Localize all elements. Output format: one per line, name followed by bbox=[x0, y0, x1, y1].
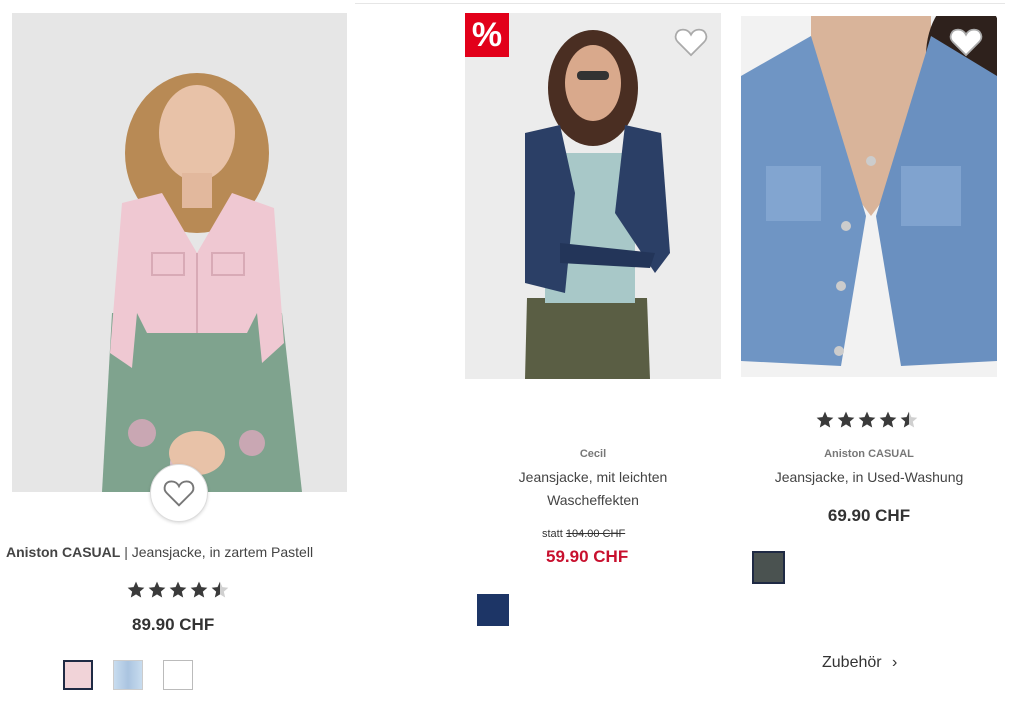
chevron-right-icon: › bbox=[892, 654, 898, 671]
wishlist-button[interactable] bbox=[150, 464, 208, 522]
star-icon bbox=[127, 581, 145, 598]
product-name: Jeansjacke, in zartem Pastell bbox=[131, 544, 314, 560]
product-title[interactable]: Aniston CASUAL | Jeansjacke, in zartem P… bbox=[6, 544, 356, 560]
product-price: 89.90 CHF bbox=[132, 615, 215, 634]
rating-stars bbox=[126, 580, 230, 600]
product-image-pink-jacket[interactable] bbox=[12, 13, 347, 492]
product-brand: Cecil bbox=[579, 448, 607, 460]
product-image-denim-jacket-cecil[interactable] bbox=[465, 13, 721, 379]
star-icon bbox=[148, 581, 166, 598]
color-swatch-pink[interactable] bbox=[63, 660, 93, 690]
product-name-line2: Wascheffekten bbox=[547, 492, 639, 508]
star-icon bbox=[816, 411, 834, 428]
star-icon bbox=[858, 411, 876, 428]
sale-badge: % bbox=[465, 13, 509, 57]
product-price: 69.90 CHF bbox=[827, 506, 911, 525]
rating-stars bbox=[815, 410, 919, 430]
old-price: statt 104.00 CHF bbox=[542, 528, 625, 540]
star-icon bbox=[169, 581, 187, 598]
sale-price: 59.90 CHF bbox=[546, 547, 629, 566]
color-swatch-dark-grey[interactable] bbox=[752, 551, 785, 584]
star-icon bbox=[879, 411, 897, 428]
color-swatch-dark-blue[interactable] bbox=[477, 594, 509, 626]
product-image-used-wash-jacket[interactable] bbox=[741, 16, 997, 377]
wishlist-button[interactable] bbox=[948, 26, 984, 63]
wishlist-button[interactable] bbox=[673, 26, 709, 63]
accessories-link[interactable]: Zubehör › bbox=[822, 654, 897, 672]
heart-outline-icon bbox=[163, 480, 195, 507]
color-swatch-light-blue[interactable] bbox=[113, 660, 143, 690]
product-brand: Aniston CASUAL bbox=[6, 544, 121, 560]
product-brand: Aniston CASUAL bbox=[824, 448, 914, 460]
old-price-value: 104.00 CHF bbox=[565, 528, 626, 540]
product-name[interactable]: Jeansjacke, in Used-Washung bbox=[741, 466, 997, 489]
star-icon bbox=[837, 411, 855, 428]
star-icon bbox=[211, 581, 229, 598]
color-swatch-white[interactable] bbox=[163, 660, 193, 690]
accessories-label: Zubehör bbox=[822, 654, 882, 671]
star-icon bbox=[900, 411, 918, 428]
product-name-line1: Jeansjacke, mit leichten bbox=[518, 469, 668, 485]
star-icon bbox=[190, 581, 208, 598]
title-separator: | bbox=[120, 544, 132, 560]
heart-icon bbox=[674, 28, 708, 57]
old-price-prefix: statt bbox=[542, 528, 563, 540]
product-name[interactable]: Jeansjacke, mit leichten Wascheffekten bbox=[465, 466, 721, 512]
top-divider bbox=[355, 3, 1005, 4]
heart-icon bbox=[949, 28, 983, 57]
